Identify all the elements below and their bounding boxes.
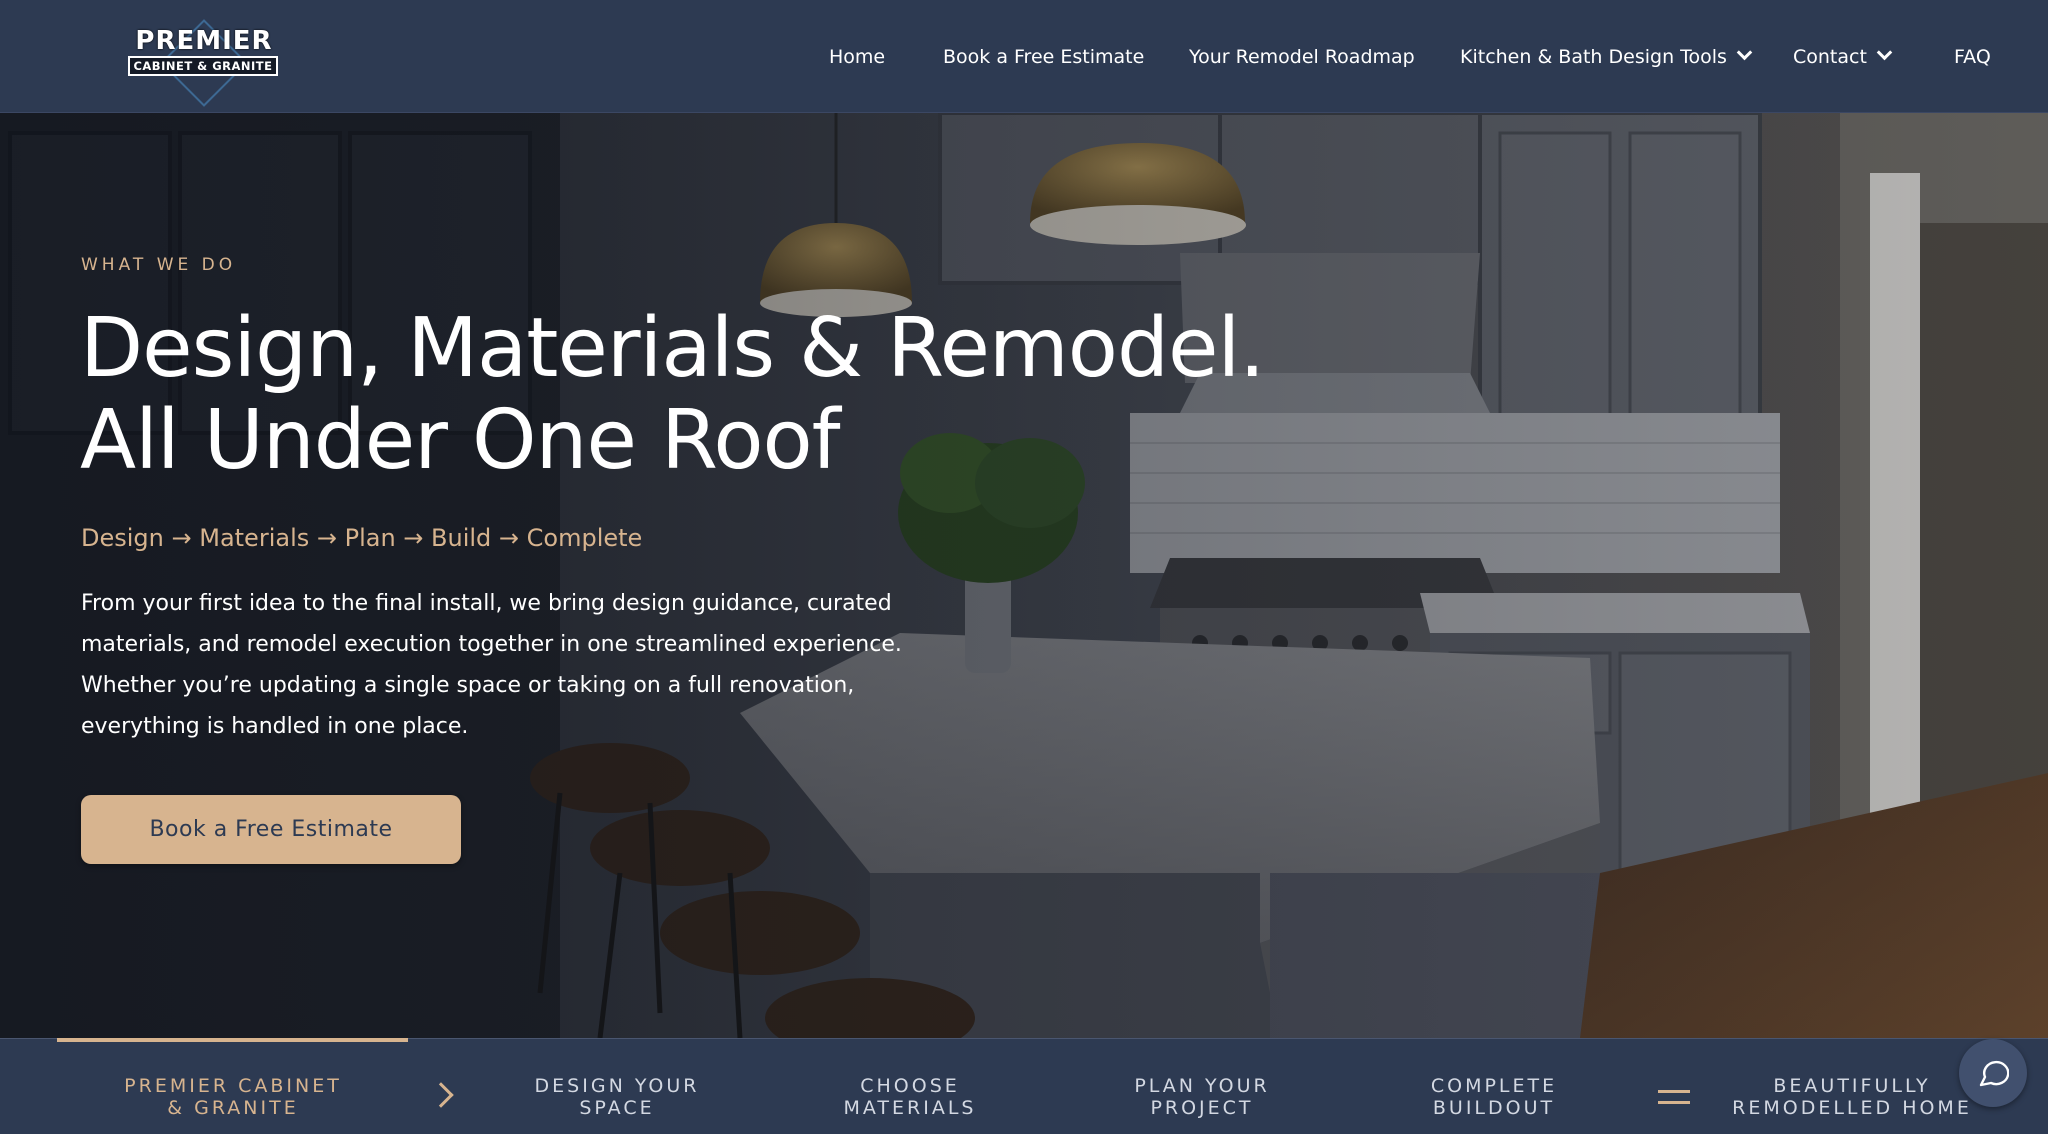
book-estimate-button-label: Book a Free Estimate — [149, 817, 393, 842]
process-step-premier[interactable]: PREMIER CABINET & GRANITE — [113, 1075, 353, 1119]
process-step-remodelled-home[interactable]: BEAUTIFULLY REMODELLED HOME — [1712, 1075, 1992, 1119]
book-estimate-button[interactable]: Book a Free Estimate — [81, 795, 461, 864]
nav-contact[interactable]: Contact — [1793, 44, 1893, 68]
process-step-line1: COMPLETE — [1430, 1075, 1558, 1097]
process-step-line1: PLAN YOUR — [1134, 1075, 1270, 1097]
process-step-line1: DESIGN YOUR — [534, 1075, 700, 1097]
nav-remodel-roadmap-label: Your Remodel Roadmap — [1189, 46, 1415, 68]
process-step-plan[interactable]: PLAN YOUR PROJECT — [1082, 1075, 1322, 1119]
hero-body-text: From your first idea to the final instal… — [81, 591, 902, 739]
nav-home[interactable]: Home — [829, 46, 885, 68]
process-step-line1: BEAUTIFULLY — [1773, 1075, 1931, 1097]
process-step-buildout[interactable]: COMPLETE BUILDOUT — [1374, 1075, 1614, 1119]
hero-steps-line: Design → Materials → Plan → Build → Comp… — [81, 524, 643, 552]
chevron-right-icon — [428, 1082, 454, 1108]
process-step-line1: PREMIER CABINET — [124, 1075, 342, 1097]
process-steps-bar: PREMIER CABINET & GRANITE DESIGN YOUR SP… — [0, 1038, 2048, 1134]
hero-headline-line1: Design, Materials & Remodel. — [80, 301, 1265, 396]
chat-bubble-icon — [1979, 1060, 2009, 1087]
hero-dark-overlay — [0, 113, 2048, 1038]
site-header: PREMIER CABINET & GRANITE Home Book a Fr… — [0, 0, 2048, 113]
nav-home-label: Home — [829, 46, 886, 68]
chevron-down-icon — [1876, 44, 1893, 61]
equals-icon — [1658, 1090, 1690, 1112]
nav-faq-label: FAQ — [1954, 46, 1991, 68]
process-step-line2: SPACE — [579, 1097, 655, 1119]
hero-section: WHAT WE DO Design, Materials & Remodel. … — [0, 113, 2048, 1038]
process-step-line2: REMODELLED HOME — [1732, 1097, 1972, 1119]
hero-headline-line2: All Under One Roof — [80, 393, 841, 488]
process-step-line1: CHOOSE — [860, 1075, 960, 1097]
chat-button[interactable] — [1959, 1039, 2027, 1107]
active-step-indicator — [57, 1038, 408, 1042]
nav-contact-label: Contact — [1793, 46, 1867, 68]
nav-book-estimate-label: Book a Free Estimate — [943, 46, 1145, 68]
hero-headline: Design, Materials & Remodel. All Under O… — [80, 303, 1380, 487]
process-step-line2: MATERIALS — [843, 1097, 977, 1119]
process-step-line2: BUILDOUT — [1432, 1097, 1556, 1119]
process-step-materials[interactable]: CHOOSE MATERIALS — [790, 1075, 1030, 1119]
process-step-line2: & GRANITE — [167, 1097, 299, 1119]
nav-book-estimate[interactable]: Book a Free Estimate — [943, 46, 1144, 68]
process-step-design[interactable]: DESIGN YOUR SPACE — [497, 1075, 737, 1119]
hero-eyebrow: WHAT WE DO — [81, 255, 237, 275]
chevron-down-icon — [1736, 44, 1753, 61]
main-nav: Home Book a Free Estimate Your Remodel R… — [0, 0, 2048, 113]
process-step-line2: PROJECT — [1150, 1097, 1254, 1119]
nav-design-tools[interactable]: Kitchen & Bath Design Tools — [1460, 44, 1753, 68]
nav-faq[interactable]: FAQ — [1954, 46, 1991, 68]
nav-design-tools-label: Kitchen & Bath Design Tools — [1460, 46, 1727, 68]
nav-remodel-roadmap[interactable]: Your Remodel Roadmap — [1189, 46, 1415, 68]
